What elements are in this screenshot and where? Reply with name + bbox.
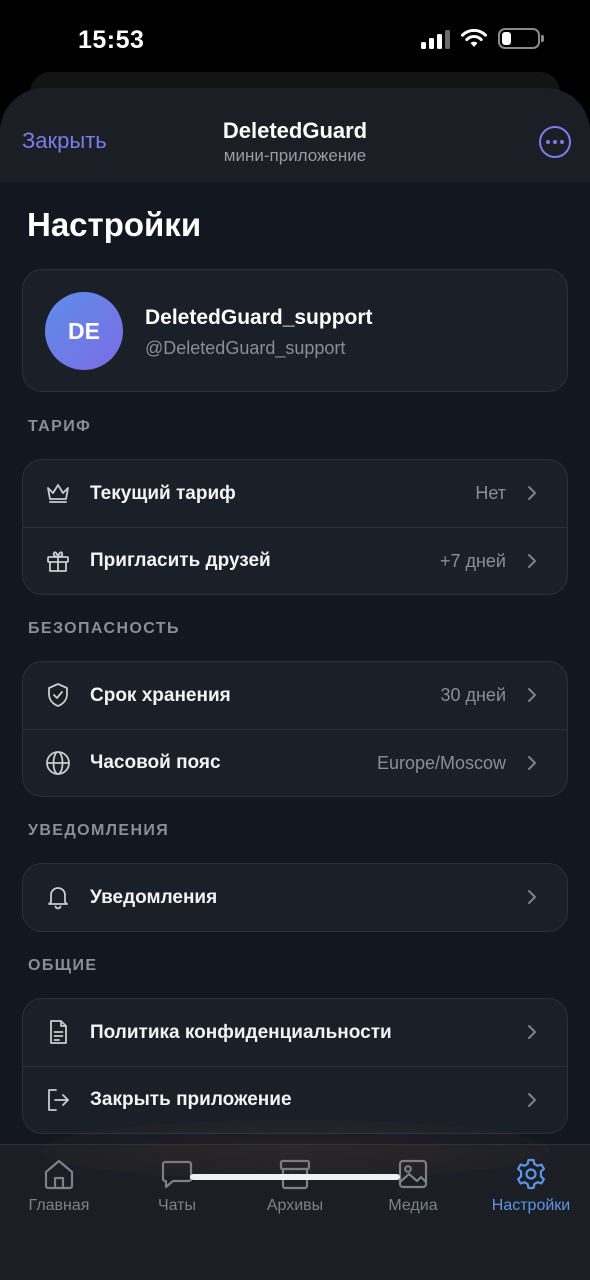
chevron-right-icon (528, 890, 536, 904)
mini-app-sheet: Закрыть DeletedGuard мини-приложение Нас… (0, 88, 590, 1280)
row-label: Политика конфиденциальности (90, 1021, 392, 1043)
chevron-right-icon (528, 1025, 536, 1039)
chevron-right-icon (528, 486, 536, 500)
avatar: DE (45, 292, 123, 370)
chevron-right-icon (528, 688, 536, 702)
section-label-general: ОБЩИЕ (28, 957, 98, 974)
app-subtitle: мини-приложение (223, 146, 367, 165)
tariff-card: Текущий тариф Нет Пригласить друзей +7 д… (22, 459, 568, 595)
section-label-security: БЕЗОПАСНОСТЬ (28, 620, 180, 637)
row-value: Нет (475, 483, 506, 503)
chevron-right-icon (528, 554, 536, 568)
more-icon[interactable] (539, 126, 571, 158)
notifications-card: Уведомления (22, 863, 568, 932)
row-storage-period[interactable]: Срок хранения 30 дней (23, 662, 567, 729)
row-label: Текущий тариф (90, 482, 236, 504)
profile-handle: @DeletedGuard_support (145, 338, 346, 358)
status-icons (421, 28, 544, 49)
app-title: DeletedGuard (222, 118, 368, 143)
status-time: 15:53 (78, 26, 145, 54)
gift-icon (47, 551, 69, 572)
row-label: Часовой пояс (90, 752, 221, 773)
shield-check-icon (48, 683, 68, 707)
bell-icon (48, 887, 68, 910)
row-invite-friends[interactable]: Пригласить друзей +7 дней (23, 527, 567, 594)
row-value: +7 дней (439, 550, 506, 571)
tab-label: Медиа (388, 1197, 438, 1214)
row-label: Уведомления (90, 886, 218, 908)
chevron-right-icon (528, 1093, 536, 1107)
section-label-tariff: ТАРИФ (28, 418, 92, 435)
row-label: Пригласить друзей (90, 550, 271, 571)
bottom-glow (40, 1120, 550, 1180)
page-title: Настройки (27, 206, 202, 243)
tab-label: Главная (28, 1197, 90, 1214)
globe-icon (46, 751, 70, 775)
document-icon (50, 1020, 67, 1044)
home-indicator[interactable] (190, 1174, 400, 1180)
row-privacy-policy[interactable]: Политика конфиденциальности (23, 999, 567, 1066)
row-label: Срок хранения (90, 684, 231, 706)
row-notifications[interactable]: Уведомления (23, 864, 567, 931)
row-current-tariff[interactable]: Текущий тариф Нет (23, 460, 567, 527)
app-header: Закрыть DeletedGuard мини-приложение (0, 88, 590, 182)
row-timezone[interactable]: Часовой пояс Europe/Moscow (23, 729, 567, 796)
section-label-notifications: УВЕДОМЛЕНИЯ (28, 822, 170, 839)
row-value: 30 дней (440, 685, 506, 705)
tab-label: Архивы (266, 1197, 324, 1214)
general-card: Политика конфиденциальности Закрыть прил… (22, 998, 568, 1134)
profile-card[interactable]: DE DeletedGuard_support @DeletedGuard_su… (22, 269, 568, 392)
security-card: Срок хранения 30 дней Часовой пояс Europ… (22, 661, 568, 797)
crown-icon (47, 484, 69, 503)
chevron-right-icon (528, 756, 536, 770)
row-label: Закрыть приложение (90, 1089, 292, 1110)
row-value: Europe/Moscow (376, 752, 506, 773)
cellular-signal-icon (421, 29, 450, 49)
profile-name: DeletedGuard_support (145, 306, 373, 329)
logout-icon (48, 1089, 69, 1111)
wifi-icon (461, 28, 487, 47)
tab-label: Настройки (491, 1197, 571, 1214)
tab-label: Чаты (157, 1197, 197, 1214)
battery-icon (498, 28, 544, 49)
status-bar: 15:53 (0, 0, 590, 80)
